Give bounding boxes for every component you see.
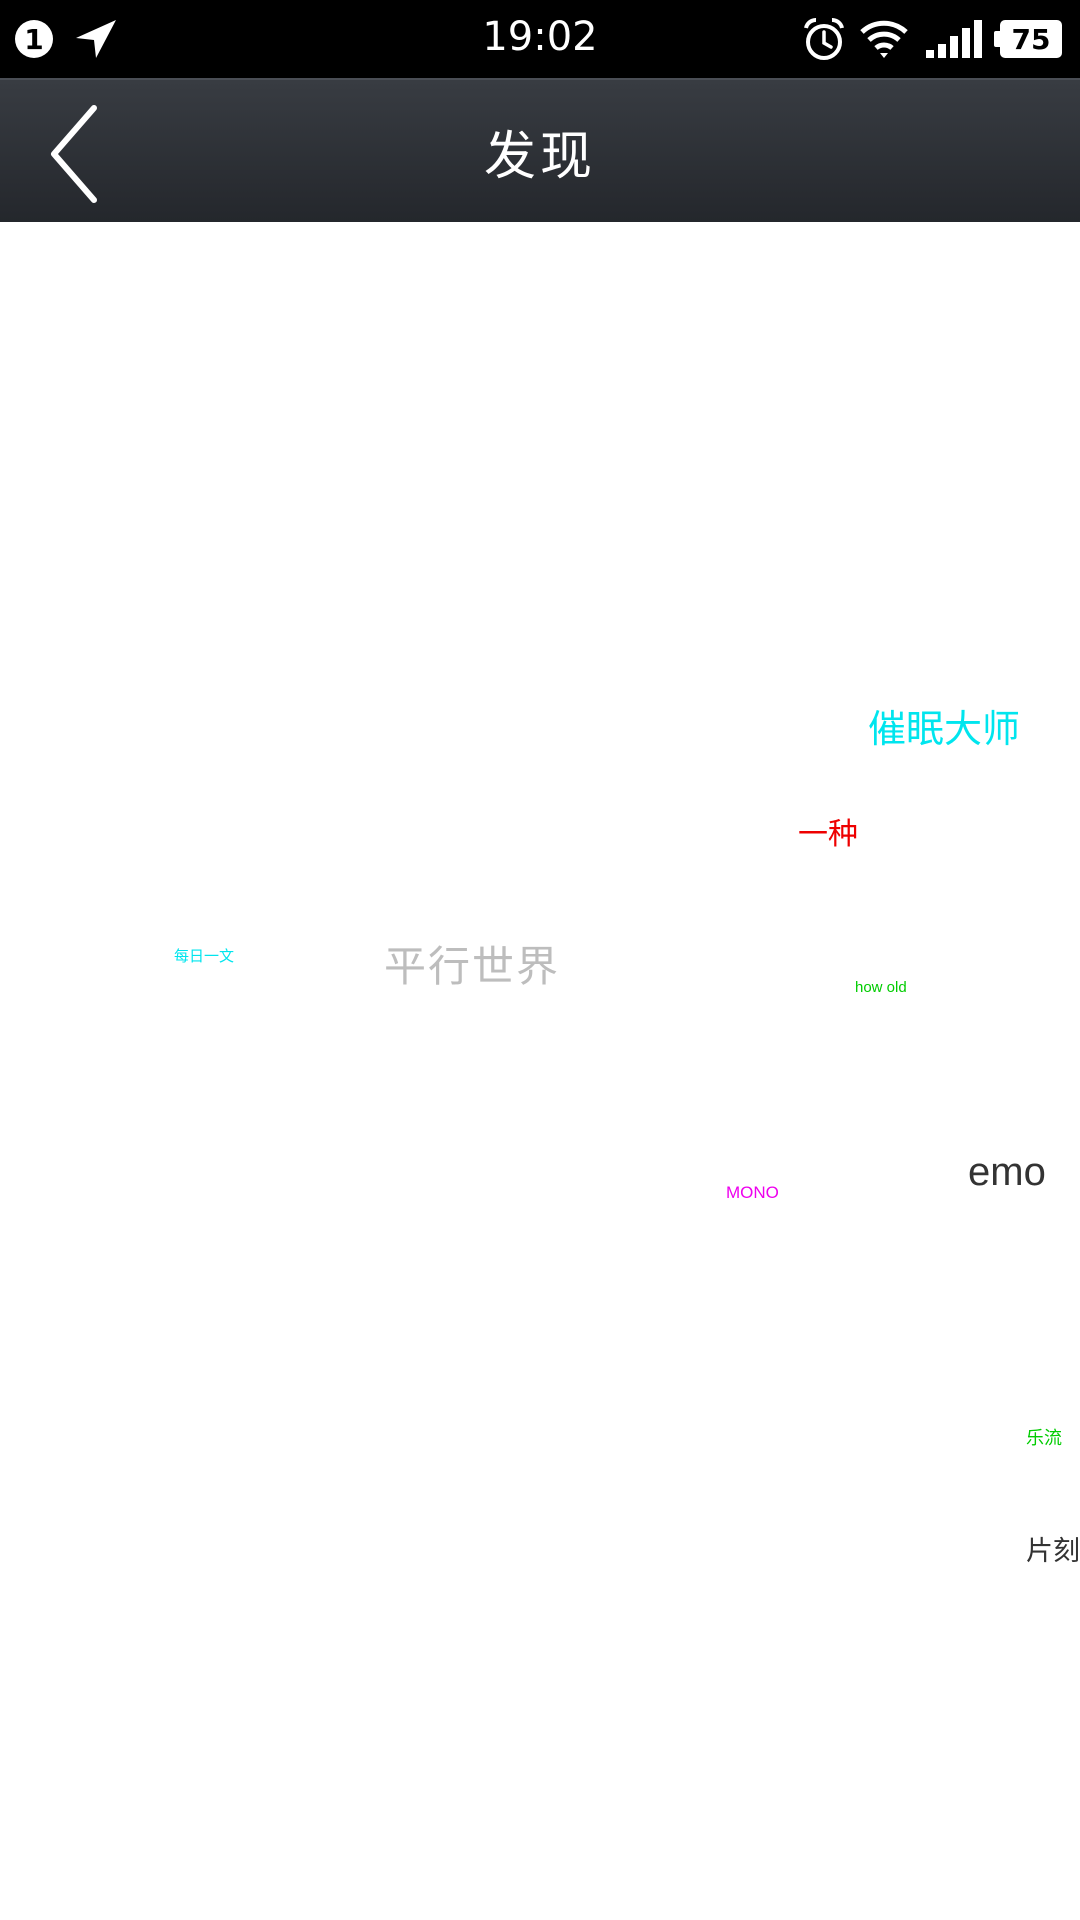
tag-yizhong[interactable]: 一种 (798, 820, 858, 850)
tag-emo[interactable]: emo (968, 1152, 1046, 1192)
tag-pianke[interactable]: 片刻 (1026, 1538, 1080, 1565)
tag-how-old[interactable]: how old (855, 980, 907, 995)
battery-icon: 75 (994, 20, 1062, 58)
signal-icon (926, 20, 982, 58)
tag-leliu[interactable]: 乐流 (1026, 1430, 1062, 1448)
tag-cuimian-dashi[interactable]: 催眠大师 (868, 710, 1020, 748)
status-time: 19:02 (482, 14, 598, 60)
tag-cloud: 催眠大师 一种 每日一文 平行世界 how old MONO emo 乐流 片刻 (0, 222, 1080, 1920)
tag-mono[interactable]: MONO (726, 1184, 779, 1201)
tag-pingxing-shijie[interactable]: 平行世界 (384, 946, 560, 988)
wifi-icon (860, 20, 908, 58)
alarm-icon (804, 18, 844, 60)
app-header: 发现 (0, 78, 1080, 222)
status-bar: 1 19:02 75 (0, 0, 1080, 78)
tag-meiri-yiwen[interactable]: 每日一文 (174, 949, 234, 964)
page-title: 发现 (483, 127, 596, 187)
